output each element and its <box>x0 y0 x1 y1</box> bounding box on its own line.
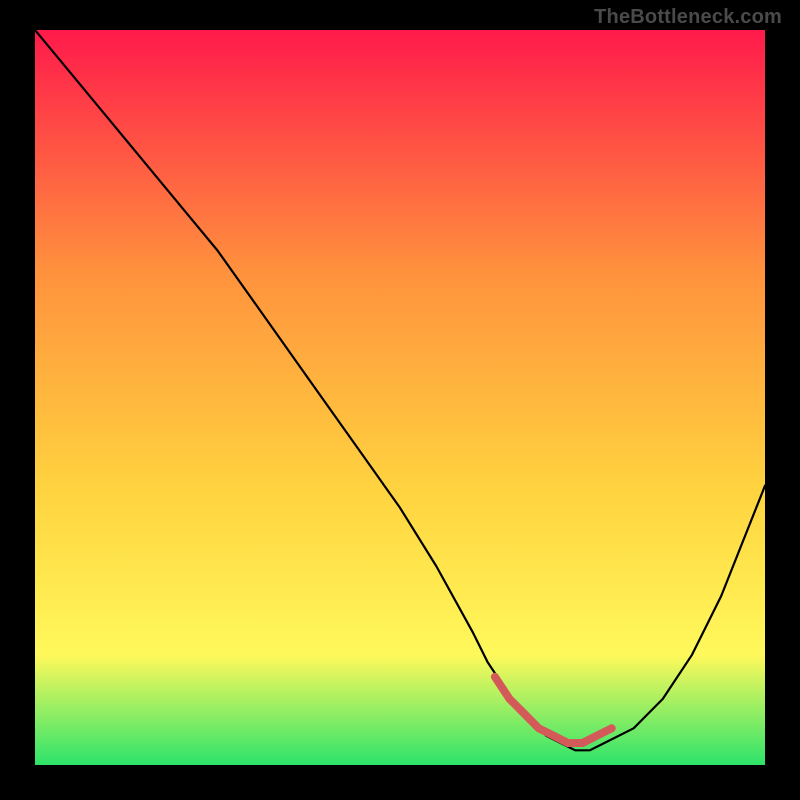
watermark-text: TheBottleneck.com <box>594 6 782 29</box>
chart-frame: TheBottleneck.com <box>0 0 800 800</box>
chart-svg <box>35 30 765 765</box>
bottleneck-plot <box>35 30 765 765</box>
gradient-background <box>35 30 765 765</box>
